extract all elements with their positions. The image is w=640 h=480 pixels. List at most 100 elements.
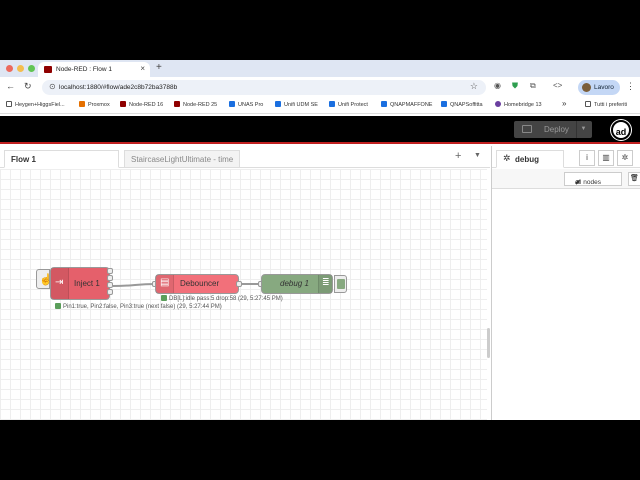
folder-icon xyxy=(585,101,591,107)
inject-node-status: Pin1:true, Pin2:false, Pin3:true (next f… xyxy=(55,303,222,310)
tab-staircase-light[interactable]: StaircaseLightUltimate - time xyxy=(124,150,240,168)
bookmarks-bar: Heygen+HiggsFiel... Proxmox Node-RED 16 … xyxy=(0,97,640,114)
clear-messages-trash-icon[interactable]: 🗑 xyxy=(628,172,640,186)
node-red-favicon-icon xyxy=(44,66,52,73)
debug-toolbar: ▼ all nodes ▾ 🗑 xyxy=(492,169,640,189)
add-flow-button[interactable]: + xyxy=(455,150,461,162)
bookmark-label: Proxmox xyxy=(88,102,110,108)
deploy-label: Deploy xyxy=(544,125,569,134)
node-red-icon xyxy=(120,101,126,107)
bookmark-item[interactable]: Unifi UDM SE xyxy=(275,101,318,108)
reload-icon[interactable]: ↻ xyxy=(24,81,32,92)
tab-debug[interactable]: ✲ debug xyxy=(496,150,564,168)
status-dot-icon xyxy=(161,295,167,301)
debouncer-node-status: DB[L]:idle pass:5 drop:58 (29, 5:27:45 P… xyxy=(161,295,283,302)
info-icon[interactable]: i xyxy=(579,150,595,166)
debouncer-output-port[interactable] xyxy=(236,281,242,287)
node-red-icon xyxy=(174,101,180,107)
deploy-options-caret-icon[interactable]: ▼ xyxy=(576,121,590,138)
new-tab-button[interactable]: + xyxy=(156,62,162,73)
bookmark-item[interactable]: Node-RED 16 xyxy=(120,101,163,108)
bookmark-item[interactable]: QNAPSoffitta xyxy=(441,101,483,108)
debug-filter-dropdown[interactable]: ▼ all nodes ▾ xyxy=(564,172,622,187)
debouncer-node[interactable]: ▤ Debouncer xyxy=(155,274,239,294)
all-bookmarks-button[interactable]: Tutti i preferiti xyxy=(585,101,627,108)
debouncer-node-icon-area: ▤ xyxy=(156,275,174,293)
node-red-header: Deploy ▼ ad xyxy=(0,116,640,144)
bookmark-item[interactable]: UNAS Pro xyxy=(229,101,263,108)
tab-debug-label: debug xyxy=(515,155,539,164)
bookmark-label: Tutti i preferiti xyxy=(594,102,628,108)
flow-canvas[interactable]: ☝ ⇥ Inject 1 Pin1:true, Pin2:false, Pin3… xyxy=(0,169,487,420)
bookmark-item[interactable]: Node-RED 25 xyxy=(174,101,217,108)
chevron-down-icon: ▾ xyxy=(575,180,579,187)
bookmark-item[interactable]: Unifi Protect xyxy=(329,101,368,108)
debug-node-icon-area: ≣ xyxy=(318,275,332,293)
debug-toggle-button[interactable] xyxy=(334,275,347,293)
browser-menu-icon[interactable]: ⋮ xyxy=(626,81,635,92)
inject-node[interactable]: ⇥ Inject 1 xyxy=(50,267,110,300)
wire-inject-debouncer[interactable] xyxy=(112,283,157,287)
bookmark-label: QNAPMAFFONE xyxy=(390,102,433,108)
homebridge-icon xyxy=(495,101,501,107)
sidebar: ✲ debug i ▥ ✲ ▼ all nodes ▾ 🗑 xyxy=(491,146,640,420)
browser-tab-strip: Node-RED : Flow 1 × + xyxy=(0,60,640,77)
debug-node[interactable]: debug 1 ≣ xyxy=(261,274,333,294)
close-window-button[interactable] xyxy=(6,65,13,72)
browser-tab[interactable]: Node-RED : Flow 1 × xyxy=(38,62,150,77)
tab-label: Flow 1 xyxy=(11,155,36,164)
browser-tab-title: Node-RED : Flow 1 xyxy=(56,65,112,73)
bookmark-item[interactable]: QNAPMAFFONE xyxy=(381,101,432,108)
debouncer-node-label: Debouncer xyxy=(180,279,220,288)
arrow-in-icon: ⇥ xyxy=(55,277,64,288)
extensions-puzzle-icon[interactable]: ⧉ xyxy=(530,81,536,91)
inject-output-port-1[interactable] xyxy=(107,268,113,274)
inject-output-port-4[interactable] xyxy=(107,289,113,295)
deploy-button[interactable]: Deploy ▼ xyxy=(514,121,592,138)
back-arrow-icon[interactable]: ← xyxy=(6,81,15,91)
workspace-tabs: Flow 1 StaircaseLightUltimate - time + ▼ xyxy=(0,146,490,168)
address-bar[interactable]: ⊙ localhost:1880/#flow/ade2c8b72ba3788b … xyxy=(42,80,486,95)
status-text: Pin1:true, Pin2:false, Pin3:true (next f… xyxy=(63,304,222,310)
close-tab-icon[interactable]: × xyxy=(140,64,145,73)
inject-output-port-2[interactable] xyxy=(107,275,113,281)
status-text: DB[L]:idle pass:5 drop:58 (29, 5:27:45 P… xyxy=(169,296,283,302)
proxmox-icon xyxy=(79,101,85,107)
debug-list-icon: ≣ xyxy=(322,277,330,287)
url-text[interactable]: localhost:1880/#flow/ade2c8b72ba3788b xyxy=(59,84,177,91)
tab-flow-1[interactable]: Flow 1 xyxy=(4,150,119,168)
browser-toolbar: ← ↻ ⊙ localhost:1880/#flow/ade2c8b72ba37… xyxy=(0,77,640,97)
bookmark-label: Homebridge 13 xyxy=(504,102,542,108)
deploy-icon xyxy=(522,125,532,133)
unifi-icon xyxy=(329,101,335,107)
sidebar-tabs: ✲ debug i ▥ ✲ xyxy=(492,146,640,168)
debug-toggle-indicator xyxy=(337,279,345,289)
bookmark-label: UNAS Pro xyxy=(238,102,264,108)
maximize-window-button[interactable] xyxy=(28,65,35,72)
profile-label: Lavoro xyxy=(594,84,614,91)
context-data-icon[interactable]: ▥ xyxy=(598,150,614,166)
bookmark-star-icon[interactable]: ☆ xyxy=(470,81,478,92)
qnap-icon xyxy=(381,101,387,107)
flow-list-menu-button[interactable]: ▼ xyxy=(474,152,481,159)
bookmark-item[interactable]: Homebridge 13 xyxy=(495,101,542,108)
unifi-icon xyxy=(229,101,235,107)
extension-icon[interactable]: ◉ xyxy=(494,81,501,90)
inject-node-label: Inject 1 xyxy=(74,279,100,288)
shield-extension-icon[interactable]: ⛊ xyxy=(512,81,518,91)
debug-sidebar-icon[interactable]: ✲ xyxy=(617,150,633,166)
profile-button[interactable]: Lavoro xyxy=(578,80,620,95)
bookmark-item[interactable]: Heygen+HiggsFiel... xyxy=(6,101,65,108)
canvas-scrollbar[interactable] xyxy=(487,328,490,358)
site-info-icon[interactable]: ⊙ xyxy=(49,82,56,91)
document-icon: ▤ xyxy=(160,277,170,288)
bookmark-item[interactable]: Proxmox xyxy=(79,101,110,108)
inject-output-port-3[interactable] xyxy=(107,282,113,288)
code-icon[interactable]: <> xyxy=(553,81,562,90)
user-menu-avatar[interactable]: ad xyxy=(611,120,631,140)
minimize-window-button[interactable] xyxy=(17,65,24,72)
bookmark-label: Unifi Protect xyxy=(338,102,368,108)
avatar xyxy=(582,83,591,92)
more-bookmarks-button[interactable]: » xyxy=(562,99,566,108)
screen: Node-RED : Flow 1 × + ← ↻ ⊙ localhost:18… xyxy=(0,60,640,420)
